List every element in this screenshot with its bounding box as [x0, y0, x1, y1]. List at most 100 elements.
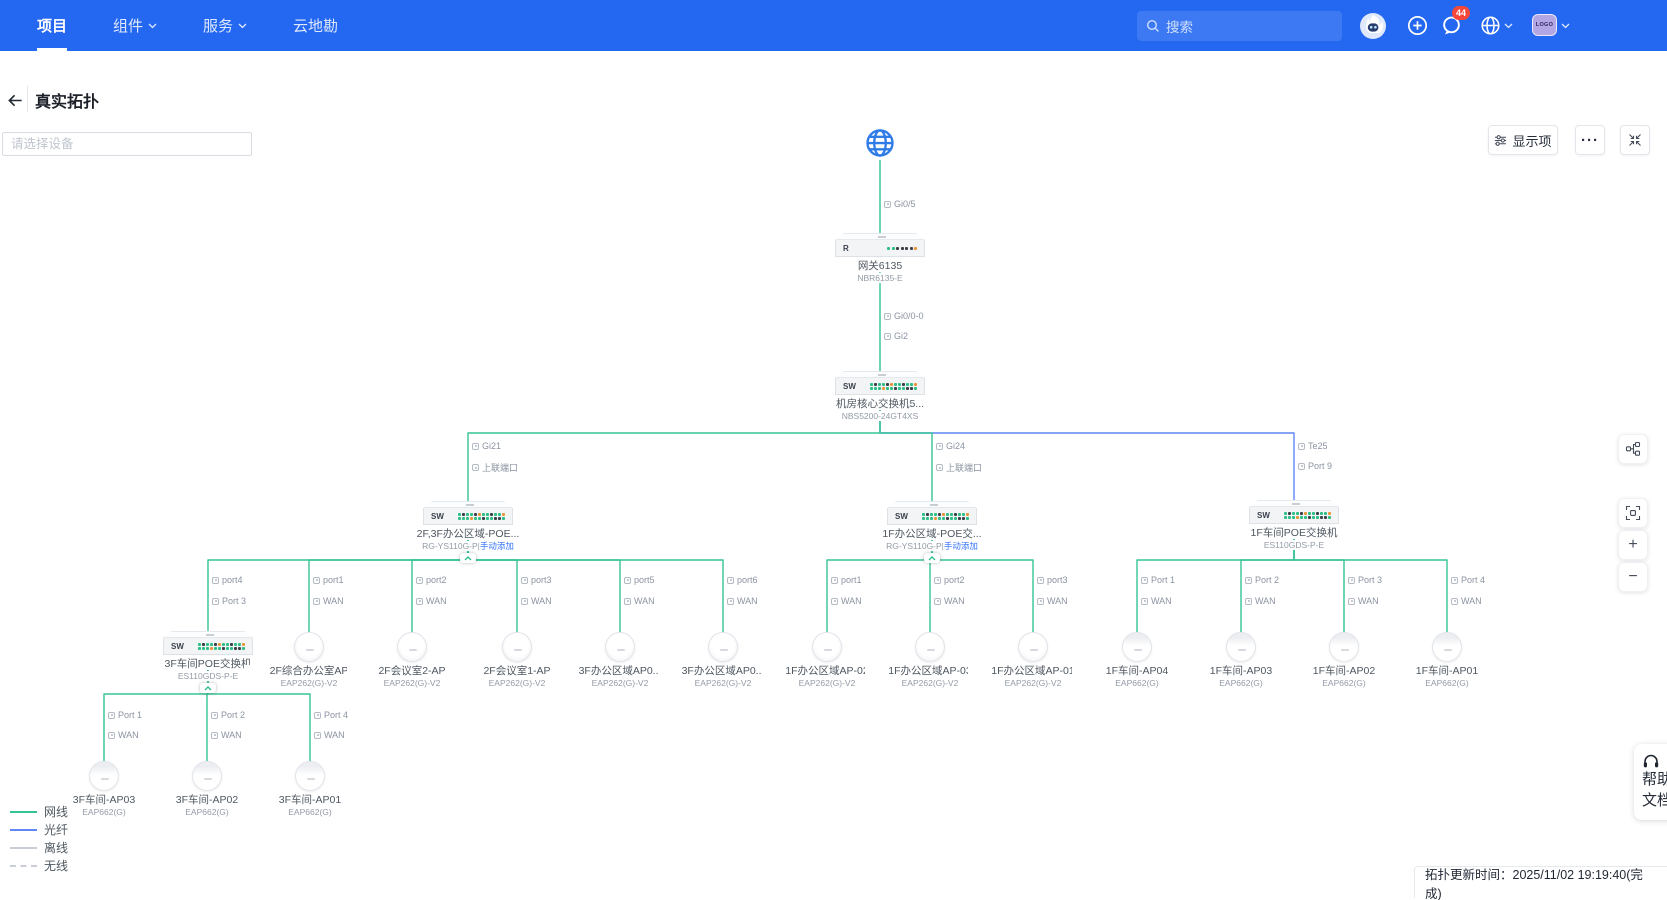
port-label: WAN [934, 596, 965, 606]
device-name: 1F车间-AP01 [1382, 665, 1512, 677]
internet-node[interactable] [815, 128, 945, 163]
port-label: port5 [624, 575, 655, 585]
port-label: port3 [1037, 575, 1068, 585]
port-icon [472, 464, 479, 471]
port-label: Gi0/0-0 [884, 311, 924, 321]
port-label: 上联端口 [472, 461, 518, 474]
port-icon [1037, 598, 1044, 605]
language-globe-icon[interactable] [1480, 15, 1501, 36]
help-label-line1: 帮助 [1642, 770, 1667, 790]
nav-tab-services[interactable]: 服务 [203, 0, 247, 51]
port-label: WAN [108, 730, 139, 740]
port-label: WAN [314, 730, 345, 740]
switch-icon: SW [835, 371, 925, 395]
ap-icon [1432, 632, 1462, 662]
nav-tab-project[interactable]: 项目 [37, 0, 67, 51]
port-label: Port 9 [1298, 461, 1332, 471]
zoom-in-button[interactable]: + [1618, 530, 1648, 560]
tree-layout-icon [1625, 441, 1641, 457]
fit-view-button[interactable] [1618, 498, 1648, 528]
port-icon [314, 712, 321, 719]
ap-icon [502, 632, 532, 662]
port-label: port4 [212, 575, 243, 585]
port-label: WAN [1037, 596, 1068, 606]
port-icon [936, 464, 943, 471]
legend-item-offline: 离线 [10, 841, 68, 854]
nav-tab-components[interactable]: 组件 [113, 0, 157, 51]
search-icon [1146, 19, 1160, 33]
device-node[interactable]: SW1F办公区域-POE交...RG-YS110G-P|手动添加 [867, 501, 997, 563]
layout-tree-button[interactable] [1618, 434, 1648, 464]
port-icon [1245, 598, 1252, 605]
ap-icon [1018, 632, 1048, 662]
ap-icon [294, 632, 324, 662]
port-icon [108, 712, 115, 719]
help-docs-button[interactable]: 帮助 文档 [1634, 744, 1667, 820]
port-icon [1245, 577, 1252, 584]
nav-search-input[interactable]: 搜索 [1137, 11, 1342, 41]
nav-tab-label: 组件 [113, 15, 143, 36]
legend-item-wireless: 无线 [10, 859, 68, 872]
chevron-down-icon [238, 23, 247, 29]
device-node[interactable]: SW2F,3F办公区域-POE...RG-YS110G-P|手动添加 [403, 501, 533, 563]
device-node[interactable]: 1F车间-AP01EAP662(G) [1382, 632, 1512, 688]
port-icon [1298, 443, 1305, 450]
legend-label: 光纤 [44, 821, 68, 838]
device-node[interactable]: SW1F车间POE交换机ES110GDS-P-E [1229, 500, 1359, 550]
port-label: Port 2 [1245, 575, 1279, 585]
device-name: 1F办公区域-POE交... [867, 528, 997, 540]
port-icon [416, 598, 423, 605]
port-label: Port 2 [211, 710, 245, 720]
port-label: Port 3 [212, 596, 246, 606]
port-label: WAN [1348, 596, 1379, 606]
topology-nodes-layer: Gi0/5Gi0/0-0Gi2Te25Port 9Gi21上联端口Gi24上联端… [0, 0, 1667, 900]
topology-update-time: 拓扑更新时间：2025/11/02 19:19:40(完成) [1414, 866, 1667, 898]
device-model: NBR6135-E [815, 273, 945, 283]
collapse-badge[interactable] [460, 553, 476, 563]
device-node[interactable]: R 网关6135NBR6135-E [815, 233, 945, 283]
topology-canvas[interactable]: Gi0/5Gi0/0-0Gi2Te25Port 9Gi21上联端口Gi24上联端… [0, 0, 1667, 900]
port-icon [1348, 598, 1355, 605]
port-label: port3 [521, 575, 552, 585]
port-icon [727, 598, 734, 605]
port-icon [211, 712, 218, 719]
user-avatar[interactable]: LOGO [1532, 14, 1557, 36]
ap-icon [1329, 632, 1359, 662]
nav-tab-cloud-survey[interactable]: 云地勘 [293, 0, 338, 51]
port-label: Gi24 [936, 441, 965, 451]
port-icon [521, 577, 528, 584]
ap-icon [915, 632, 945, 662]
device-model: RG-YS110G-P|手动添加 [403, 541, 533, 551]
port-icon [521, 598, 528, 605]
add-icon[interactable] [1407, 15, 1428, 36]
collapse-badge[interactable] [924, 553, 940, 563]
port-label: WAN [624, 596, 655, 606]
port-label: port2 [416, 575, 447, 585]
zoom-out-button[interactable]: − [1618, 562, 1648, 592]
collapse-badge[interactable] [200, 683, 216, 693]
port-label: Te25 [1298, 441, 1328, 451]
search-placeholder: 搜索 [1166, 16, 1193, 36]
manual-add-link[interactable]: 手动添加 [480, 541, 514, 551]
port-icon [211, 732, 218, 739]
port-label: WAN [211, 730, 242, 740]
device-name: 2F,3F办公区域-POE... [403, 528, 533, 540]
port-label: port6 [727, 575, 758, 585]
device-node[interactable]: SW机房核心交换机5...NBS5200-24GT4XS [815, 371, 945, 421]
chevron-down-icon [1504, 23, 1513, 29]
router-icon: R [835, 233, 925, 257]
device-node[interactable]: 3F车间-AP01EAP662(G) [245, 761, 375, 817]
port-icon [313, 577, 320, 584]
device-model: EAP662(G) [1382, 678, 1512, 688]
manual-add-link[interactable]: 手动添加 [944, 541, 978, 551]
port-icon [884, 333, 891, 340]
port-label: WAN [416, 596, 447, 606]
device-name: 网关6135 [815, 260, 945, 272]
port-icon [727, 577, 734, 584]
ai-assistant-icon[interactable] [1360, 13, 1386, 39]
port-icon [936, 443, 943, 450]
legend-line-sample [10, 811, 37, 813]
port-icon [1037, 577, 1044, 584]
legend-line-sample [10, 847, 37, 849]
device-model: ES110GDS-P-E [1229, 540, 1359, 550]
